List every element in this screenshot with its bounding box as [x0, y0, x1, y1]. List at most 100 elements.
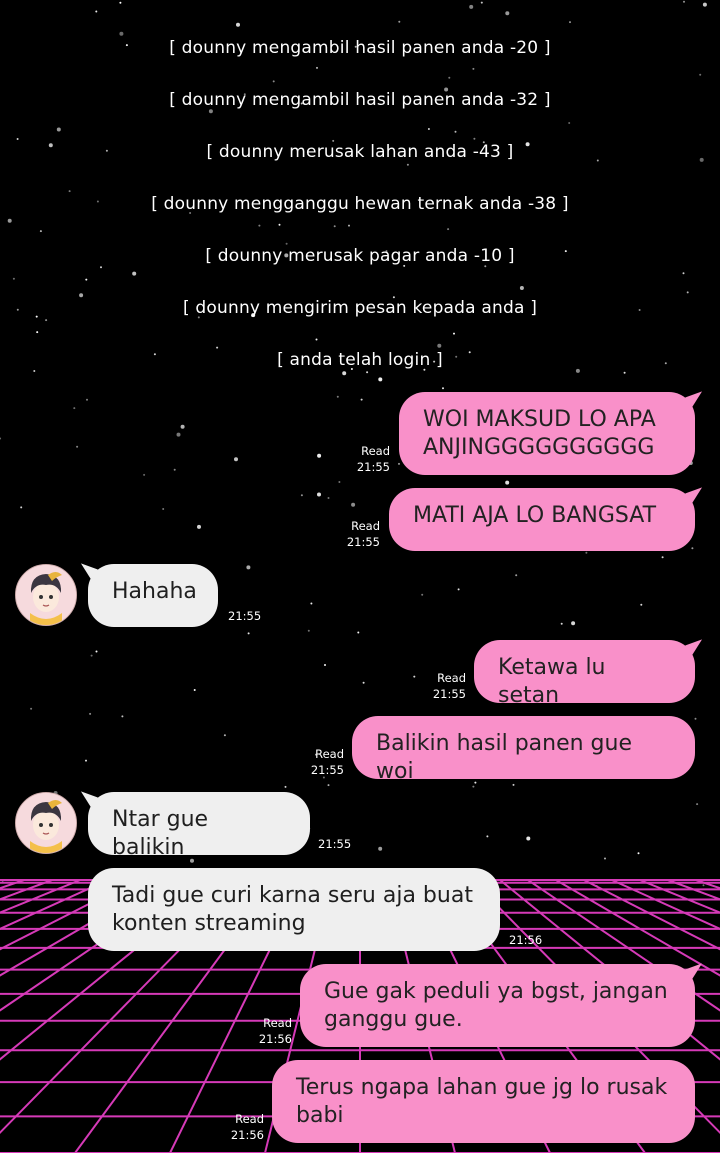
- star: [696, 803, 699, 806]
- star: [315, 338, 318, 341]
- star: [90, 654, 93, 657]
- star: [585, 551, 588, 554]
- star: [427, 128, 430, 130]
- read-receipt: Read: [263, 1016, 292, 1030]
- star: [317, 492, 321, 497]
- star: [472, 67, 475, 70]
- outgoing-message-bubble[interactable]: WOI MAKSUD LO APA ANJINGGGGGGGGGG: [399, 392, 695, 475]
- star: [338, 481, 341, 483]
- star: [486, 835, 489, 838]
- message-time: 21:55: [310, 763, 344, 777]
- contact-avatar-icon[interactable]: [15, 792, 77, 854]
- star: [0, 437, 2, 440]
- star: [197, 524, 201, 529]
- star: [342, 371, 347, 376]
- star: [604, 857, 606, 860]
- outgoing-message-bubble[interactable]: Gue gak peduli ya bgst, jangan ganggu gu…: [300, 964, 695, 1047]
- star: [310, 602, 313, 605]
- star: [16, 138, 19, 140]
- system-message: [ anda telah login ]: [277, 350, 443, 370]
- star: [285, 242, 288, 245]
- star: [512, 783, 515, 786]
- incoming-message-bubble[interactable]: Tadi gue curi karna seru aja buat konten…: [88, 868, 500, 951]
- star: [640, 603, 643, 606]
- star: [357, 631, 360, 634]
- star: [474, 781, 477, 784]
- star: [86, 398, 88, 401]
- message-meta: Read 21:55: [342, 518, 380, 550]
- star: [683, 0, 685, 3]
- star: [421, 593, 424, 596]
- star: [33, 370, 36, 372]
- star: [469, 4, 474, 9]
- star: [398, 20, 401, 23]
- star: [398, 462, 400, 465]
- star: [236, 22, 240, 27]
- star: [406, 163, 409, 166]
- message-time: 21:55: [228, 609, 262, 623]
- outgoing-message-bubble[interactable]: Terus ngapa lahan gue jg lo rusak babi: [272, 1060, 695, 1143]
- star: [180, 424, 185, 429]
- star: [45, 319, 48, 322]
- star: [246, 565, 251, 570]
- grid-line: [0, 879, 53, 901]
- star: [526, 836, 531, 841]
- incoming-message-bubble[interactable]: Ntar gue balikin: [88, 792, 310, 860]
- star: [176, 432, 181, 437]
- star: [307, 629, 310, 632]
- read-receipt: Read: [437, 671, 466, 685]
- star: [437, 343, 442, 348]
- star: [119, 1, 122, 4]
- star: [7, 218, 12, 223]
- system-message: [ dounny merusak lahan anda -43 ]: [206, 142, 514, 162]
- message-time: 21:56: [230, 1128, 264, 1142]
- star: [413, 675, 416, 678]
- contact-avatar-icon[interactable]: [15, 564, 77, 626]
- read-receipt: Read: [351, 519, 380, 533]
- outgoing-message-bubble[interactable]: Ketawa lu setan: [474, 640, 695, 708]
- star: [560, 622, 563, 625]
- message-time: 21:55: [318, 837, 352, 851]
- system-message: [ dounny mengganggu hewan ternak anda -3…: [151, 194, 569, 214]
- star: [56, 127, 61, 132]
- star: [473, 137, 476, 140]
- star: [278, 223, 281, 226]
- anime-character-avatar-icon: [16, 793, 76, 853]
- star: [284, 785, 287, 788]
- star: [569, 21, 571, 24]
- star: [143, 473, 146, 476]
- star: [568, 122, 571, 124]
- star: [702, 884, 705, 887]
- star: [327, 784, 330, 787]
- star: [362, 681, 365, 684]
- star: [447, 228, 450, 231]
- star: [691, 547, 694, 550]
- system-message: [ dounny mengambil hasil panen anda -20 …: [169, 38, 551, 58]
- star: [348, 224, 350, 227]
- star: [327, 497, 330, 499]
- outgoing-message-bubble[interactable]: MATI AJA LO BANGSAT: [389, 488, 695, 551]
- star: [68, 190, 71, 193]
- star: [378, 377, 383, 382]
- star: [324, 664, 326, 666]
- outgoing-message-bubble[interactable]: Balikin hasil panen gue woi: [352, 716, 695, 784]
- message-time: 21:56: [258, 1032, 292, 1046]
- star: [39, 230, 42, 233]
- star: [453, 332, 455, 335]
- star: [89, 712, 92, 715]
- star: [366, 371, 369, 374]
- star: [378, 846, 383, 851]
- star: [162, 508, 165, 510]
- system-message: [ dounny mengambil hasil panen anda -32 …: [169, 90, 551, 110]
- star: [73, 407, 76, 410]
- star: [472, 785, 475, 788]
- star: [457, 588, 460, 591]
- star: [300, 494, 303, 497]
- star: [76, 445, 79, 448]
- star: [85, 278, 88, 281]
- star: [20, 506, 23, 509]
- star: [661, 556, 664, 559]
- message-meta: Read 21:56: [226, 1111, 264, 1143]
- incoming-message-bubble[interactable]: Hahaha: [88, 564, 218, 627]
- star: [234, 457, 238, 462]
